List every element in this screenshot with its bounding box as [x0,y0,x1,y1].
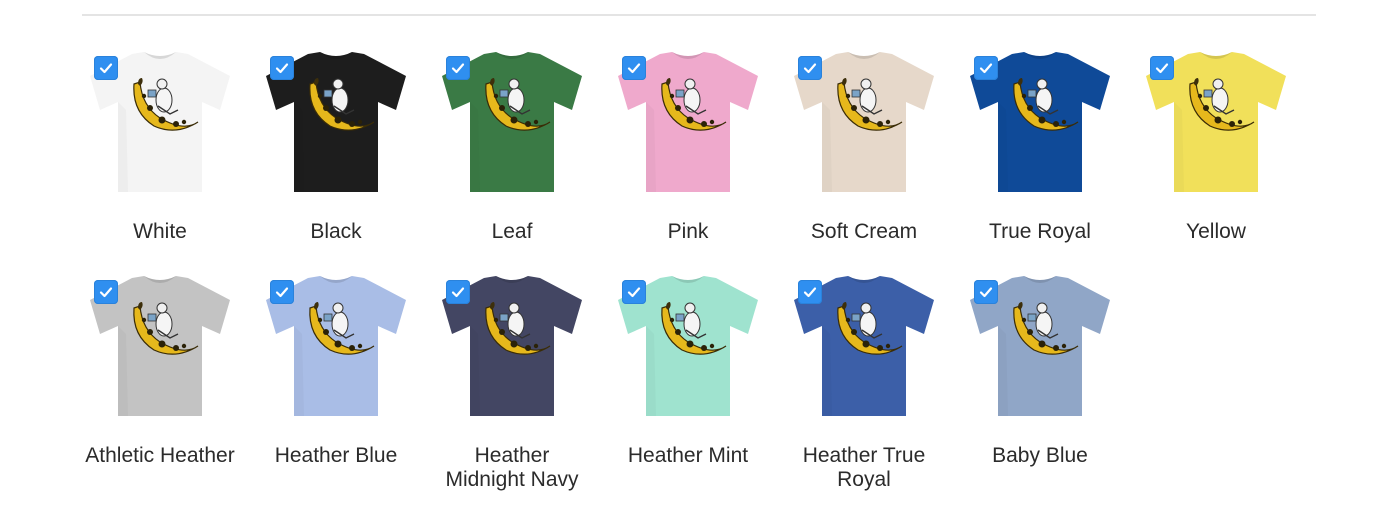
variant-color-label: Heather Mint [627,444,749,467]
variant-tile[interactable]: Baby Blue [962,264,1138,488]
variant-checkbox[interactable] [270,280,294,304]
variant-checkbox[interactable] [622,56,646,80]
checkmark-icon [275,287,289,298]
variant-color-label: Black [310,220,362,243]
variant-row-1: White Black Leaf Pink Soft Cream True Ro… [82,40,1322,264]
variant-tile[interactable]: Heather Blue [258,264,434,488]
variant-tile[interactable]: Heather Midnight Navy [434,264,610,491]
variant-checkbox[interactable] [446,280,470,304]
variant-color-label: Yellow [1186,220,1246,243]
variant-checkbox[interactable] [798,280,822,304]
checkmark-icon [451,63,465,74]
variant-tile[interactable]: Pink [610,40,786,264]
variant-color-label: Athletic Heather [85,444,235,467]
checkmark-icon [803,63,817,74]
variant-tile[interactable]: Soft Cream [786,40,962,264]
top-divider [82,14,1316,16]
variant-checkbox[interactable] [798,56,822,80]
variant-tile[interactable]: Heather True Royal [786,264,962,491]
checkmark-icon [979,287,993,298]
checkmark-icon [451,287,465,298]
checkmark-icon [99,63,113,74]
checkmark-icon [275,63,289,74]
variant-tile[interactable]: Athletic Heather [82,264,258,488]
variant-checkbox[interactable] [94,280,118,304]
variant-checkbox[interactable] [974,56,998,80]
variant-color-label: White [133,220,187,243]
variant-color-label: True Royal [989,220,1091,243]
variant-color-label: Heather Midnight Navy [445,444,579,491]
variant-tile[interactable]: Leaf [434,40,610,264]
variant-checkbox[interactable] [94,56,118,80]
variant-color-label: Pink [667,220,709,243]
variant-tile[interactable]: True Royal [962,40,1138,264]
variant-checkbox[interactable] [446,56,470,80]
variant-color-label: Heather True Royal [802,444,926,491]
variant-checkbox[interactable] [270,56,294,80]
variant-color-label: Soft Cream [810,220,918,243]
checkmark-icon [99,287,113,298]
variant-color-label: Heather Blue [274,444,398,467]
variant-tile[interactable]: Heather Mint [610,264,786,488]
checkmark-icon [627,287,641,298]
checkmark-icon [803,287,817,298]
variant-color-label: Leaf [491,220,533,243]
variant-color-label: Baby Blue [992,444,1088,467]
variant-tile[interactable]: White [82,40,258,264]
checkmark-icon [627,63,641,74]
variant-checkbox[interactable] [1150,56,1174,80]
variant-row-2: Athletic Heather Heather Blue Heather Mi… [82,264,1322,491]
variant-tile[interactable]: Black [258,40,434,264]
checkmark-icon [1155,63,1169,74]
variant-checkbox[interactable] [622,280,646,304]
variant-checkbox[interactable] [974,280,998,304]
variant-tile[interactable]: Yellow [1138,40,1314,264]
color-variant-grid: White Black Leaf Pink Soft Cream True Ro… [82,40,1322,491]
checkmark-icon [979,63,993,74]
